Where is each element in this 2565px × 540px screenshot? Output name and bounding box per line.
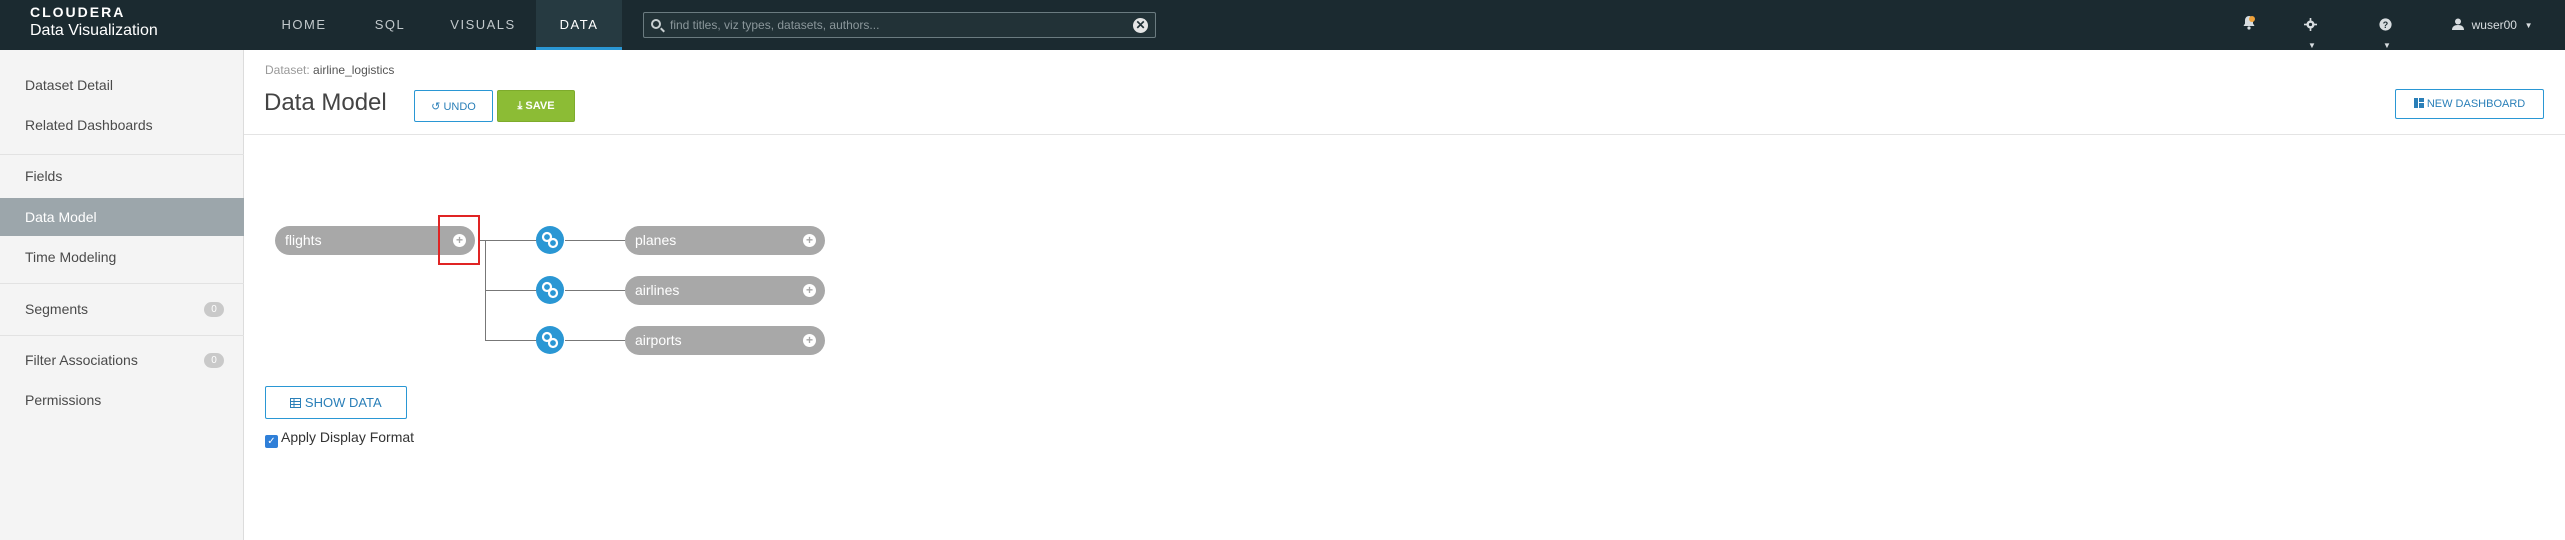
global-search: ✕ — [643, 12, 1156, 38]
sidebar-item-label: Segments — [25, 301, 89, 317]
sidebar-item-segments[interactable]: Segments 0 — [0, 290, 244, 328]
sidebar-item-label: Dataset Detail — [25, 77, 113, 93]
join-connector — [565, 240, 625, 241]
apply-format-checkbox[interactable]: ✓ — [265, 435, 278, 448]
chevron-down-icon: ▼ — [2383, 40, 2391, 50]
brand-subtitle: Data Visualization — [30, 22, 158, 39]
user-menu[interactable]: wuser00 ▼ — [2452, 15, 2552, 35]
undo-button[interactable]: ↺ UNDO — [414, 90, 493, 122]
sidebar-divider — [0, 283, 244, 284]
page-title: Data Model — [264, 89, 387, 116]
tab-data[interactable]: DATA — [536, 0, 622, 50]
help-icon: ? — [2379, 18, 2392, 31]
table-node-label: flights — [285, 232, 322, 248]
clear-search-icon[interactable]: ✕ — [1133, 18, 1148, 33]
join-link-planes[interactable] — [536, 226, 564, 254]
table-node-label: planes — [635, 232, 677, 248]
sidebar-item-permissions[interactable]: Permissions — [0, 381, 244, 419]
join-connector — [565, 290, 625, 291]
breadcrumb: Dataset: airline_logistics — [265, 63, 394, 77]
new-dashboard-label: NEW DASHBOARD — [2426, 98, 2526, 110]
chevron-down-icon: ▼ — [2524, 20, 2533, 30]
sidebar-divider — [0, 335, 244, 336]
top-navbar: CLOUDERA Data Visualization HOME SQL VIS… — [0, 0, 2565, 50]
download-icon: ⤓ — [517, 99, 523, 112]
header-divider — [244, 134, 2565, 135]
table-node-planes[interactable]: planes + — [625, 226, 825, 255]
join-link-airlines[interactable] — [536, 276, 564, 304]
undo-label: UNDO — [443, 100, 476, 113]
user-icon — [2452, 18, 2464, 30]
highlight-box — [438, 215, 480, 265]
svg-text:?: ? — [2383, 20, 2388, 30]
sidebar-divider — [0, 154, 244, 155]
breadcrumb-label: Dataset: — [265, 63, 310, 77]
tab-sql[interactable]: SQL — [360, 0, 420, 50]
sidebar-item-related-dashboards[interactable]: Related Dashboards — [0, 106, 244, 144]
apply-format-label: Apply Display Format — [281, 429, 415, 445]
new-dashboard-button[interactable]: NEW DASHBOARD — [2395, 89, 2544, 119]
sidebar-item-label: Permissions — [25, 392, 102, 408]
search-input[interactable] — [670, 16, 1110, 34]
help-menu[interactable]: ? ▼ — [2379, 15, 2405, 50]
save-label: SAVE — [525, 99, 555, 112]
sidebar-item-filter-associations[interactable]: Filter Associations 0 — [0, 341, 244, 379]
tab-home[interactable]: HOME — [273, 0, 335, 50]
sidebar: Dataset Detail Related Dashboards Fields… — [0, 50, 244, 540]
sidebar-item-time-modeling[interactable]: Time Modeling — [0, 238, 244, 276]
notifications-button[interactable] — [2242, 15, 2262, 35]
apply-display-format: ✓ Apply Display Format — [265, 429, 414, 448]
chevron-down-icon: ▼ — [2308, 40, 2316, 50]
sidebar-item-dataset-detail[interactable]: Dataset Detail — [0, 66, 244, 104]
undo-icon: ↺ — [431, 100, 441, 113]
brand-name: CLOUDERA — [30, 4, 126, 20]
link-icon — [541, 281, 559, 299]
show-data-button[interactable]: SHOW DATA — [265, 386, 407, 419]
notification-dot — [2249, 16, 2255, 22]
sidebar-item-label: Data Model — [25, 209, 97, 225]
table-node-label: airlines — [635, 282, 680, 298]
sidebar-item-label: Time Modeling — [25, 249, 117, 265]
table-node-airlines[interactable]: airlines + — [625, 276, 825, 305]
sidebar-item-label: Fields — [25, 168, 63, 184]
join-connector — [565, 340, 625, 341]
link-icon — [541, 331, 559, 349]
table-node-label: airports — [635, 332, 682, 348]
link-icon — [541, 231, 559, 249]
show-data-label: SHOW DATA — [304, 395, 382, 410]
sidebar-item-label: Related Dashboards — [25, 117, 153, 133]
save-button[interactable]: ⤓ SAVE — [497, 90, 575, 122]
join-link-airports[interactable] — [536, 326, 564, 354]
settings-menu[interactable]: ▼ — [2304, 15, 2330, 50]
dashboard-icon — [2413, 98, 2424, 108]
brand-logo[interactable]: CLOUDERA Data Visualization — [30, 4, 158, 41]
dataset-name[interactable]: airline_logistics — [313, 63, 394, 77]
tab-visuals[interactable]: VISUALS — [446, 0, 520, 50]
table-icon — [290, 398, 302, 408]
add-join-icon[interactable]: + — [803, 284, 816, 297]
sidebar-item-label: Filter Associations — [25, 352, 138, 368]
search-icon — [651, 19, 661, 29]
count-badge: 0 — [204, 353, 224, 368]
sidebar-item-data-model[interactable]: Data Model — [0, 198, 244, 236]
add-join-icon[interactable]: + — [803, 234, 816, 247]
add-join-icon[interactable]: + — [803, 334, 816, 347]
count-badge: 0 — [204, 302, 224, 317]
table-node-airports[interactable]: airports + — [625, 326, 825, 355]
gear-icon — [2304, 18, 2317, 31]
username: wuser00 — [2471, 18, 2517, 32]
sidebar-item-fields[interactable]: Fields — [0, 157, 244, 195]
